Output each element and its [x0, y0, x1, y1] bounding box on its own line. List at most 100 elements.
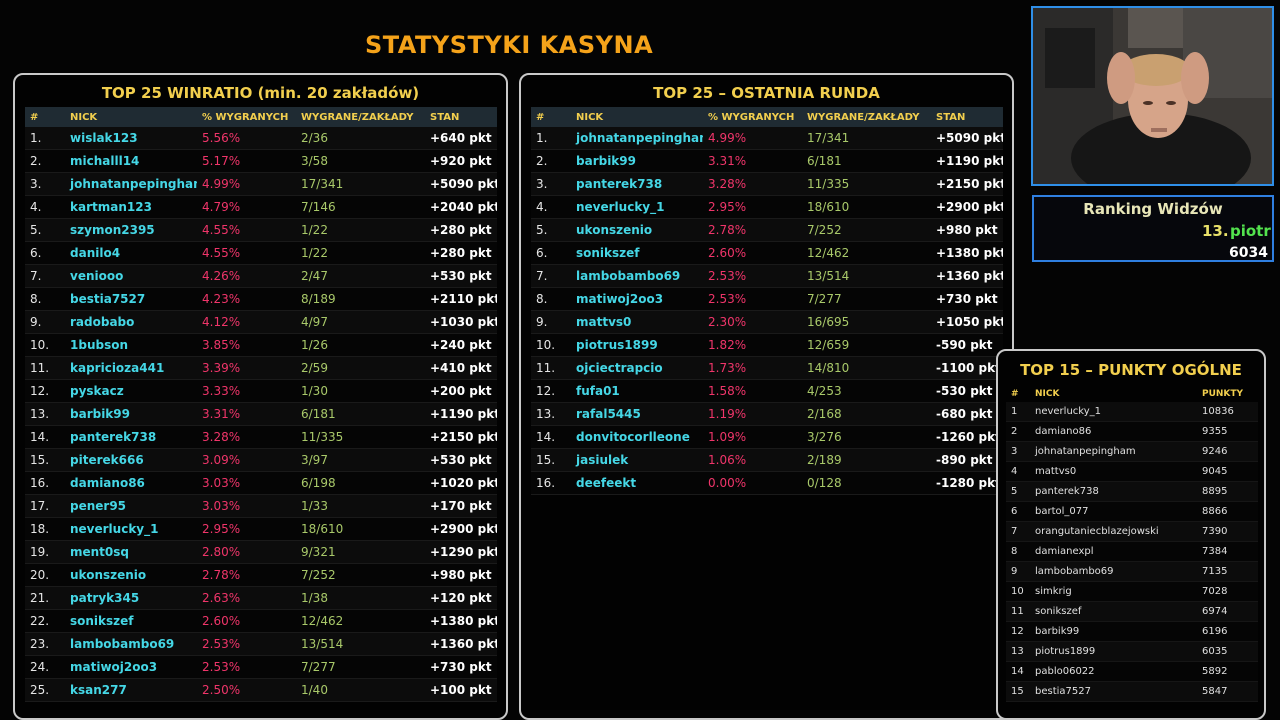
- wins-bets-cell: 7/146: [296, 195, 425, 219]
- win-percent-cell: 2.53%: [703, 264, 802, 288]
- balance-cell: +1360 pkt: [425, 632, 497, 656]
- nick-cell: ukonszenio: [571, 218, 703, 242]
- rank-cell: 15.: [25, 448, 65, 472]
- balance-cell: +200 pkt: [425, 379, 497, 403]
- header-nick: NICK: [571, 107, 703, 127]
- rank-cell: 24.: [25, 655, 65, 679]
- table-row: 15. piterek666 3.09% 3/97 +530 pkt: [25, 448, 497, 472]
- rank-cell: 18.: [25, 517, 65, 541]
- win-percent-cell: 3.28%: [197, 425, 296, 449]
- win-percent-cell: 4.79%: [197, 195, 296, 219]
- nick-cell: sonikszef: [1030, 601, 1197, 622]
- win-percent-cell: 5.56%: [197, 127, 296, 150]
- table-row: 3. johnatanpepingham 4.99% 17/341 +5090 pkt: [25, 172, 497, 196]
- winratio-table: # NICK % WYGRANYCH WYGRANE/ZAKŁADY STAN …: [25, 107, 497, 702]
- nick-cell: neverlucky_1: [65, 517, 197, 541]
- wins-bets-cell: 13/514: [296, 632, 425, 656]
- wins-bets-cell: 2/47: [296, 264, 425, 288]
- wins-bets-cell: 1/33: [296, 494, 425, 518]
- rank-cell: 16.: [531, 471, 571, 495]
- balance-cell: +730 pkt: [931, 287, 1003, 311]
- last-round-rows: 1. johnatanpepingham 4.99% 17/341 +5090 pkt 2…: [531, 127, 1003, 495]
- win-percent-cell: 2.53%: [197, 655, 296, 679]
- nick-cell: deefeekt: [571, 471, 703, 495]
- table-row: 4 mattvs0 9045: [1006, 461, 1258, 482]
- wins-bets-cell: 11/335: [802, 172, 931, 196]
- rank-cell: 15.: [531, 448, 571, 472]
- balance-cell: +2150 pkt: [425, 425, 497, 449]
- balance-cell: +1380 pkt: [425, 609, 497, 633]
- viewer-ranking-points: 6034: [1229, 245, 1268, 261]
- rank-cell: 12.: [531, 379, 571, 403]
- win-percent-cell: 4.99%: [197, 172, 296, 196]
- rank-cell: 2.: [531, 149, 571, 173]
- table-row: 14. panterek738 3.28% 11/335 +2150 pkt: [25, 425, 497, 449]
- win-percent-cell: 1.06%: [703, 448, 802, 472]
- table-row: 9. radobabo 4.12% 4/97 +1030 pkt: [25, 310, 497, 334]
- rank-cell: 10: [1006, 581, 1030, 602]
- rank-cell: 1.: [25, 127, 65, 150]
- table-row: 12. pyskacz 3.33% 1/30 +200 pkt: [25, 379, 497, 403]
- table-row: 3. panterek738 3.28% 11/335 +2150 pkt: [531, 172, 1003, 196]
- balance-cell: -1260 pkt: [931, 425, 1003, 449]
- table-row: 14. donvitocorlleone 1.09% 3/276 -1260 pkt: [531, 425, 1003, 449]
- wins-bets-cell: 18/610: [296, 517, 425, 541]
- balance-cell: +5090 pkt: [425, 172, 497, 196]
- balance-cell: +920 pkt: [425, 149, 497, 173]
- rank-cell: 2.: [25, 149, 65, 173]
- nick-cell: pablo06022: [1030, 661, 1197, 682]
- nick-cell: matiwoj2oo3: [65, 655, 197, 679]
- wins-bets-cell: 7/277: [296, 655, 425, 679]
- rank-cell: 3.: [25, 172, 65, 196]
- balance-cell: +280 pkt: [425, 218, 497, 242]
- win-percent-cell: 2.53%: [703, 287, 802, 311]
- rank-cell: 5: [1006, 481, 1030, 502]
- rank-cell: 12.: [25, 379, 65, 403]
- nick-cell: donvitocorlleone: [571, 425, 703, 449]
- win-percent-cell: 2.53%: [197, 632, 296, 656]
- header-wins-bets: WYGRANE/ZAKŁADY: [802, 107, 931, 127]
- balance-cell: +1380 pkt: [931, 241, 1003, 265]
- rank-cell: 7: [1006, 521, 1030, 542]
- table-row: 4. neverlucky_1 2.95% 18/610 +2900 pkt: [531, 195, 1003, 219]
- nick-cell: panterek738: [571, 172, 703, 196]
- win-percent-cell: 3.03%: [197, 471, 296, 495]
- wins-bets-cell: 1/22: [296, 241, 425, 265]
- win-percent-cell: 4.26%: [197, 264, 296, 288]
- nick-cell: orangutaniecblazejowski: [1030, 521, 1197, 542]
- balance-cell: -530 pkt: [931, 379, 1003, 403]
- win-percent-cell: 3.28%: [703, 172, 802, 196]
- nick-cell: barbik99: [1030, 621, 1197, 642]
- win-percent-cell: 4.99%: [703, 127, 802, 150]
- rank-cell: 12: [1006, 621, 1030, 642]
- balance-cell: +1290 pkt: [425, 540, 497, 564]
- balance-cell: +1360 pkt: [931, 264, 1003, 288]
- points-cell: 6196: [1197, 621, 1258, 642]
- header-rank: #: [531, 107, 571, 127]
- wins-bets-cell: 0/128: [802, 471, 931, 495]
- win-percent-cell: 3.03%: [197, 494, 296, 518]
- win-percent-cell: 2.78%: [703, 218, 802, 242]
- balance-cell: -890 pkt: [931, 448, 1003, 472]
- rank-cell: 7.: [25, 264, 65, 288]
- table-row: 15. jasiulek 1.06% 2/189 -890 pkt: [531, 448, 1003, 472]
- wins-bets-cell: 6/181: [802, 149, 931, 173]
- nick-cell: panterek738: [65, 425, 197, 449]
- table-row: 12. fufa01 1.58% 4/253 -530 pkt: [531, 379, 1003, 403]
- win-percent-cell: 0.00%: [703, 471, 802, 495]
- win-percent-cell: 2.95%: [703, 195, 802, 219]
- rank-cell: 19.: [25, 540, 65, 564]
- balance-cell: -680 pkt: [931, 402, 1003, 426]
- win-percent-cell: 2.78%: [197, 563, 296, 587]
- nick-cell: patryk345: [65, 586, 197, 610]
- table-row: 9 lambobambo69 7135: [1006, 561, 1258, 582]
- rank-cell: 8: [1006, 541, 1030, 562]
- wins-bets-cell: 16/695: [802, 310, 931, 334]
- table-row: 20. ukonszenio 2.78% 7/252 +980 pkt: [25, 563, 497, 587]
- nick-cell: lambobambo69: [1030, 561, 1197, 582]
- win-percent-cell: 5.17%: [197, 149, 296, 173]
- table-row: 6. sonikszef 2.60% 12/462 +1380 pkt: [531, 241, 1003, 265]
- rank-cell: 6.: [531, 241, 571, 265]
- rank-cell: 8.: [531, 287, 571, 311]
- wins-bets-cell: 9/321: [296, 540, 425, 564]
